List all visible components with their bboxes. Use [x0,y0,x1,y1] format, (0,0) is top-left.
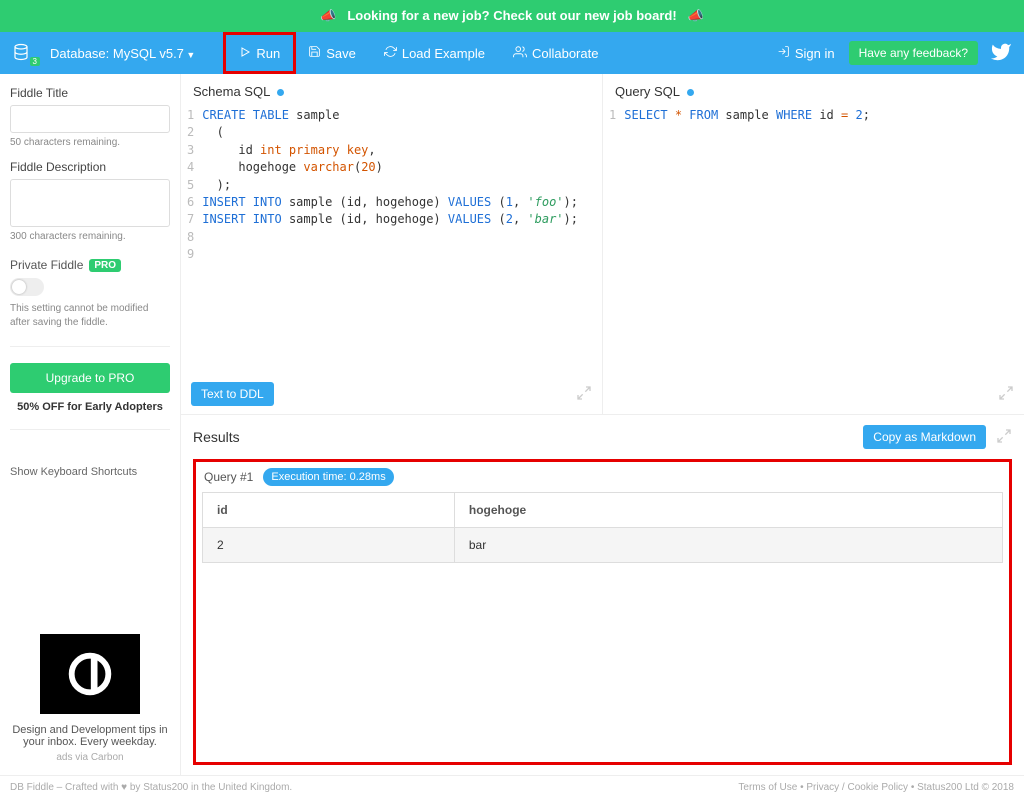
private-note: This setting cannot be modified after sa… [10,302,170,330]
table-header: hogehoge [454,493,1002,528]
collaborate-button[interactable]: Collaborate [499,32,613,74]
keyboard-shortcuts-link[interactable]: Show Keyboard Shortcuts [10,466,170,478]
footer-right[interactable]: Terms of Use • Privacy / Cookie Policy •… [738,782,1014,793]
results-table: idhogehoge 2bar [202,492,1003,563]
signin-button[interactable]: Sign in [763,32,849,74]
schema-editor[interactable]: 1 2 3 4 5 6 7 8 9 CREATE TABLE sample ( … [181,107,602,264]
save-icon [308,45,321,61]
twitter-icon[interactable] [990,41,1012,66]
expand-icon[interactable] [576,385,592,404]
pro-badge: PRO [89,259,121,272]
table-header: id [203,493,455,528]
footer-left: DB Fiddle – Crafted with ♥ by Status200 … [10,782,292,793]
fiddle-desc-label: Fiddle Description [10,160,170,174]
toolbar: 3 Database: MySQL v5.7 Run Save Load Exa… [0,32,1024,74]
results-highlight-box: Query #1 Execution time: 0.28ms idhogeho… [193,459,1012,765]
carbon-ad[interactable]: Design and Development tips in your inbo… [10,634,170,763]
ad-via: ads via Carbon [10,752,170,763]
copy-markdown-button[interactable]: Copy as Markdown [863,425,986,449]
title-remaining: 50 characters remaining. [10,137,170,148]
database-select[interactable]: Database: MySQL v5.7 [50,46,195,61]
modified-dot-icon [687,89,694,96]
save-button[interactable]: Save [294,32,370,74]
query-number-label: Query #1 [204,470,253,484]
announcement-text: Looking for a new job? Check out our new… [347,8,676,23]
table-row: 2bar [203,528,1003,563]
ad-logo [40,634,140,714]
announcement-banner[interactable]: 📣 Looking for a new job? Check out our n… [0,0,1024,32]
expand-icon[interactable] [996,428,1012,447]
results-panel: Results Copy as Markdown Query #1 Execut… [181,414,1024,775]
query-panel: Query SQL 1 SELECT * FROM sample WHERE i… [603,74,1024,414]
results-title: Results [193,429,240,445]
desc-remaining: 300 characters remaining. [10,231,170,242]
fiddle-title-label: Fiddle Title [10,86,170,100]
feedback-button[interactable]: Have any feedback? [849,41,978,65]
fiddle-desc-input[interactable] [10,179,170,227]
schema-title: Schema SQL [193,84,270,99]
schema-panel: Schema SQL 1 2 3 4 5 6 7 8 9 CREATE TABL… [181,74,603,414]
database-icon: 3 [12,43,36,63]
ad-text: Design and Development tips in your inbo… [10,724,170,748]
sidebar: Fiddle Title 50 characters remaining. Fi… [0,74,180,775]
table-cell: 2 [203,528,455,563]
query-editor[interactable]: 1 SELECT * FROM sample WHERE id = 2; [603,107,1024,124]
private-toggle[interactable] [10,278,44,296]
refresh-icon [384,45,397,61]
promo-text: 50% OFF for Early Adopters [10,401,170,413]
login-icon [777,45,790,61]
text-to-ddl-button[interactable]: Text to DDL [191,382,274,406]
load-example-button[interactable]: Load Example [370,32,499,74]
fiddle-title-input[interactable] [10,105,170,133]
run-button[interactable]: Run [223,32,296,74]
announce-icon: 📣 [320,8,336,23]
play-icon [239,46,251,61]
upgrade-button[interactable]: Upgrade to PRO [10,363,170,393]
table-cell: bar [454,528,1002,563]
db-version-badge: 3 [30,57,40,66]
query-title: Query SQL [615,84,680,99]
users-icon [513,45,527,62]
private-fiddle-label: Private Fiddle [10,258,83,272]
footer: DB Fiddle – Crafted with ♥ by Status200 … [0,775,1024,799]
execution-time-badge: Execution time: 0.28ms [263,468,393,486]
modified-dot-icon [277,89,284,96]
expand-icon[interactable] [998,385,1014,404]
announce-icon: 📣 [688,8,704,23]
